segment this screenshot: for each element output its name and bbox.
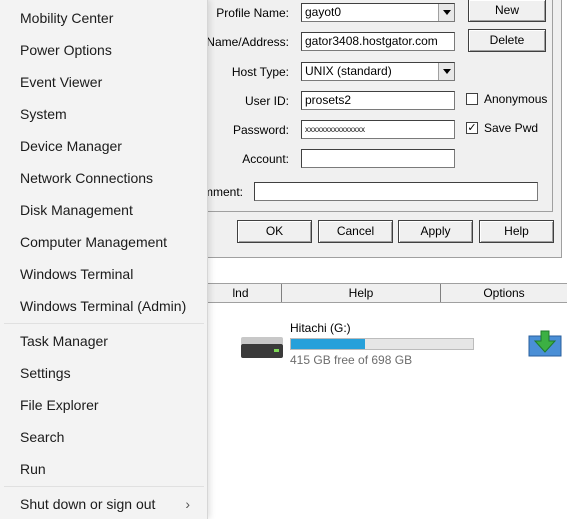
menu-item-file-explorer[interactable]: File Explorer [4,390,204,420]
new-button[interactable]: New [468,0,546,22]
comment-label: mment: [202,185,243,199]
comment-field[interactable] [254,182,538,201]
drive-usage-bar [290,338,474,350]
chevron-down-icon[interactable] [438,4,454,21]
download-arrow-icon[interactable] [528,328,562,358]
menu-item-network-connections[interactable]: Network Connections [4,163,204,193]
menu-separator [4,486,204,487]
chevron-down-icon[interactable] [438,63,454,80]
profile-name-label: Profile Name: [216,6,289,20]
save-pwd-label: Save Pwd [484,121,539,135]
menu-item-run[interactable]: Run [4,454,204,484]
menu-item-windows-terminal[interactable]: Windows Terminal [4,259,204,289]
drive-name[interactable]: Hitachi (G:) [290,321,351,335]
winx-context-menu: Mobility Center Power Options Event View… [0,0,208,519]
menu-item-task-manager[interactable]: Task Manager [4,326,204,356]
profile-name-combobox[interactable]: gayot0 [301,3,455,22]
menu-item-settings[interactable]: Settings [4,358,204,388]
menu-item-shut-down[interactable]: Shut down or sign out › [4,489,204,519]
profile-name-value: gayot0 [305,5,342,19]
chevron-right-icon: › [185,496,190,512]
host-address-value: gator3408.hostgator.com [305,34,438,48]
ok-button[interactable]: OK [237,220,312,243]
menu-item-mobility-center[interactable]: Mobility Center [4,3,204,33]
host-address-label: t Name/Address: [199,35,289,49]
anonymous-label: Anonymous [484,92,548,106]
menu-item-device-manager[interactable]: Device Manager [4,131,204,161]
menu-item-windows-terminal-admin[interactable]: Windows Terminal (Admin) [4,291,204,321]
drive-usage-fill [291,339,365,349]
menu-item-disk-management[interactable]: Disk Management [4,195,204,225]
password-value: xxxxxxxxxxxxxxx [305,125,365,134]
host-type-combobox[interactable]: UNIX (standard) [301,62,455,81]
menu-item-system[interactable]: System [4,99,204,129]
account-label: Account: [242,152,289,166]
password-field[interactable]: xxxxxxxxxxxxxxx [301,120,455,139]
user-id-value: prosets2 [305,93,352,107]
anonymous-checkbox[interactable] [466,93,478,105]
bottom-bar-options[interactable]: Options [441,284,567,302]
menu-item-power-options[interactable]: Power Options [4,35,204,65]
ftp-profile-dialog: Profile Name: gayot0 t Name/Address: gat… [200,0,562,258]
checkmark-icon: ✓ [467,122,477,134]
menu-item-event-viewer[interactable]: Event Viewer [4,67,204,97]
menu-item-computer-management[interactable]: Computer Management [4,227,204,257]
bottom-bar-item[interactable]: lnd [200,284,282,302]
delete-button[interactable]: Delete [468,29,546,52]
help-button[interactable]: Help [479,220,554,243]
account-field[interactable] [301,149,455,168]
host-type-value: UNIX (standard) [305,64,392,78]
menu-item-search[interactable]: Search [4,422,204,452]
host-type-label: Host Type: [231,65,289,79]
cancel-button[interactable]: Cancel [318,220,393,243]
password-label: Password: [232,123,289,137]
hard-drive-icon[interactable] [240,335,284,359]
menu-separator [4,323,204,324]
host-address-field[interactable]: gator3408.hostgator.com [301,32,455,51]
user-id-field[interactable]: prosets2 [301,91,455,110]
bottom-bar-help[interactable]: Help [282,284,441,302]
user-id-label: User ID: [244,94,289,108]
app-bottom-bar: lnd Help Options [200,283,567,303]
save-pwd-checkbox[interactable]: ✓ [466,122,478,134]
drive-free-text: 415 GB free of 698 GB [290,353,413,367]
apply-button[interactable]: Apply [398,220,473,243]
menu-item-shut-down-label: Shut down or sign out [20,496,156,512]
